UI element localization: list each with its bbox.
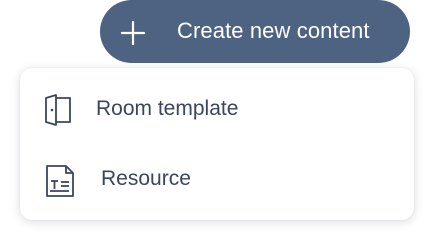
- menu-item-resource[interactable]: Resource: [20, 150, 414, 216]
- page: Create new content Room template Resourc…: [0, 0, 434, 246]
- create-content-menu: Room template Resource: [20, 68, 414, 220]
- menu-item-room-template[interactable]: Room template: [20, 80, 414, 146]
- document-icon: [46, 165, 74, 197]
- menu-item-label: Room template: [96, 97, 239, 120]
- create-new-content-button[interactable]: Create new content: [100, 0, 410, 63]
- door-icon: [45, 94, 71, 126]
- plus-icon: [120, 20, 146, 46]
- create-button-label: Create new content: [177, 18, 370, 43]
- menu-item-label: Resource: [101, 167, 191, 190]
